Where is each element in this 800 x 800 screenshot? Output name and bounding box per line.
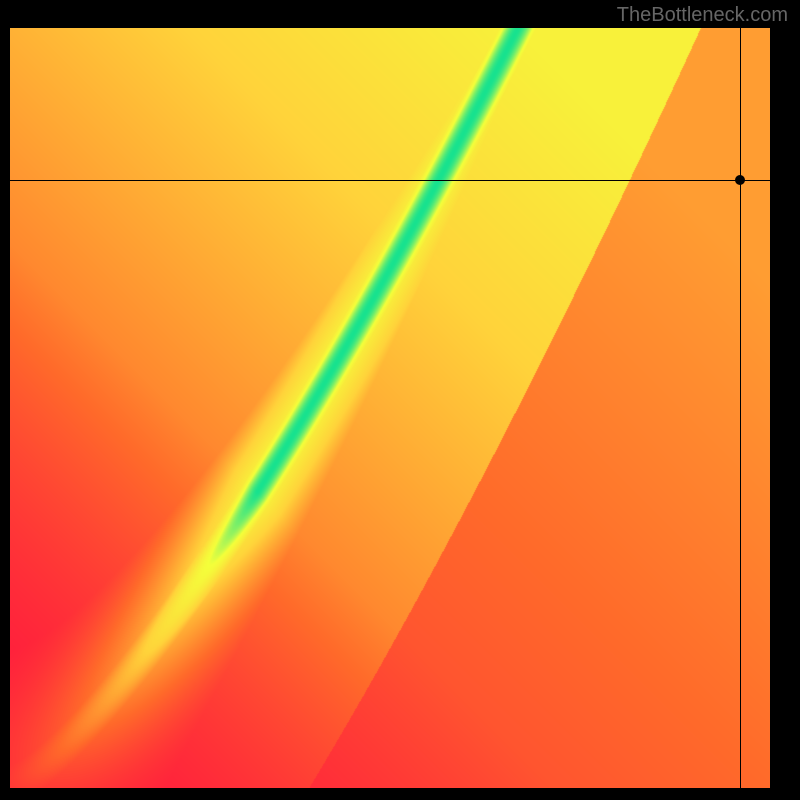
crosshair-horizontal [10, 180, 770, 181]
heatmap-canvas [10, 28, 770, 788]
watermark-text: TheBottleneck.com [617, 4, 788, 27]
data-point-marker [735, 175, 745, 185]
heatmap-plot [10, 28, 770, 788]
crosshair-vertical [740, 28, 741, 788]
